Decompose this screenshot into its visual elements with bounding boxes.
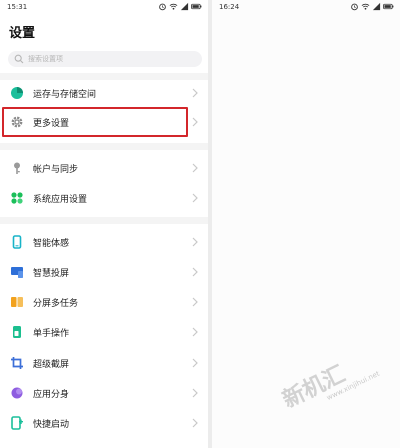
settings-item-label: 分屏多任务	[33, 299, 79, 309]
chevron-right-icon	[192, 418, 198, 428]
battery-icon	[191, 3, 202, 10]
chevron-right-icon	[192, 297, 198, 307]
battery-icon	[383, 3, 394, 10]
settings-item-app-clone[interactable]: 应用分身	[0, 380, 208, 406]
status-icons	[350, 2, 394, 11]
settings-item-system-apps[interactable]: 系统应用设置	[0, 185, 208, 211]
status-bar: 15:31	[0, 0, 208, 14]
crop-screenshot-icon	[11, 357, 23, 369]
chevron-right-icon	[192, 163, 198, 173]
one-hand-icon	[13, 326, 21, 338]
settings-item-label: 应用分身	[33, 390, 70, 400]
phone-motion-icon	[12, 235, 22, 249]
screen-cast-icon	[11, 267, 23, 278]
settings-item-accounts[interactable]: 帐户与同步	[0, 155, 208, 181]
storage-pie-icon	[11, 87, 23, 99]
settings-item-label: 超级截屏	[33, 360, 70, 370]
left-settings-screen: 15:31 设置 搜索设置项 运存与存储空间 更多设置 帐户与同步 系统应用设置	[0, 0, 208, 448]
settings-item-super-screenshot[interactable]: 超级截屏	[0, 350, 208, 376]
quick-launch-icon	[11, 416, 23, 430]
status-time: 15:31	[7, 3, 28, 11]
status-icons	[158, 2, 202, 11]
app-clone-icon	[11, 387, 23, 399]
settings-item-screen-cast[interactable]: 智慧投屏	[0, 259, 208, 285]
alarm-icon	[159, 3, 166, 11]
settings-item-quick-launch[interactable]: 快捷启动	[0, 410, 208, 436]
settings-item-label: 智能体感	[33, 239, 70, 249]
apps-grid-icon	[11, 192, 23, 204]
search-input[interactable]: 搜索设置项	[8, 51, 202, 67]
settings-item-label: 快捷启动	[33, 420, 70, 430]
settings-item-label: 帐户与同步	[33, 165, 79, 175]
chevron-right-icon	[192, 193, 198, 203]
section-divider	[0, 73, 208, 80]
signal-icon	[180, 2, 189, 11]
search-icon	[14, 54, 24, 64]
chevron-right-icon	[192, 388, 198, 398]
status-time: 16:24	[219, 3, 240, 11]
settings-item-one-hand[interactable]: 单手操作	[0, 319, 208, 345]
chevron-right-icon	[192, 358, 198, 368]
settings-item-label: 运存与存储空间	[33, 90, 97, 100]
settings-item-smart-motion[interactable]: 智能体感	[0, 229, 208, 255]
wifi-icon	[169, 3, 178, 10]
split-screen-icon	[11, 297, 23, 307]
settings-item-label: 单手操作	[33, 329, 70, 339]
settings-item-storage[interactable]: 运存与存储空间	[0, 80, 208, 106]
status-bar: 16:24	[212, 0, 400, 14]
account-key-icon	[14, 162, 20, 174]
chevron-right-icon	[192, 327, 198, 337]
wifi-icon	[361, 3, 370, 10]
settings-item-split-screen[interactable]: 分屏多任务	[0, 289, 208, 315]
search-placeholder: 搜索设置项	[28, 55, 63, 63]
signal-icon	[372, 2, 381, 11]
alarm-icon	[351, 3, 358, 11]
chevron-right-icon	[192, 267, 198, 277]
chevron-right-icon	[192, 88, 198, 98]
section-divider	[0, 217, 208, 224]
chevron-right-icon	[192, 117, 198, 127]
settings-item-label: 系统应用设置	[33, 195, 88, 205]
highlight-annotation-box	[2, 107, 188, 137]
chevron-right-icon	[192, 237, 198, 247]
settings-item-label: 智慧投屏	[33, 269, 70, 279]
page-title: 设置	[9, 26, 36, 41]
section-divider	[0, 143, 208, 150]
